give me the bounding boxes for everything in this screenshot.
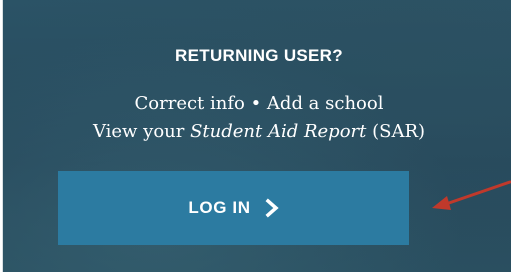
chevron-right-icon (265, 198, 279, 218)
red-arrow-icon (432, 180, 511, 210)
student-aid-report-text: Student Aid Report (190, 121, 367, 142)
returning-user-description-line1: Correct info • Add a school (134, 93, 384, 114)
line2-suffix: (SAR) (366, 121, 426, 142)
login-button[interactable]: LOG IN (58, 171, 409, 245)
returning-user-description-line2: View your Student Aid Report (SAR) (3, 120, 511, 144)
line2-prefix: View your (92, 121, 191, 142)
returning-user-heading: RETURNING USER? (175, 46, 343, 65)
login-button-label: LOG IN (188, 198, 251, 217)
